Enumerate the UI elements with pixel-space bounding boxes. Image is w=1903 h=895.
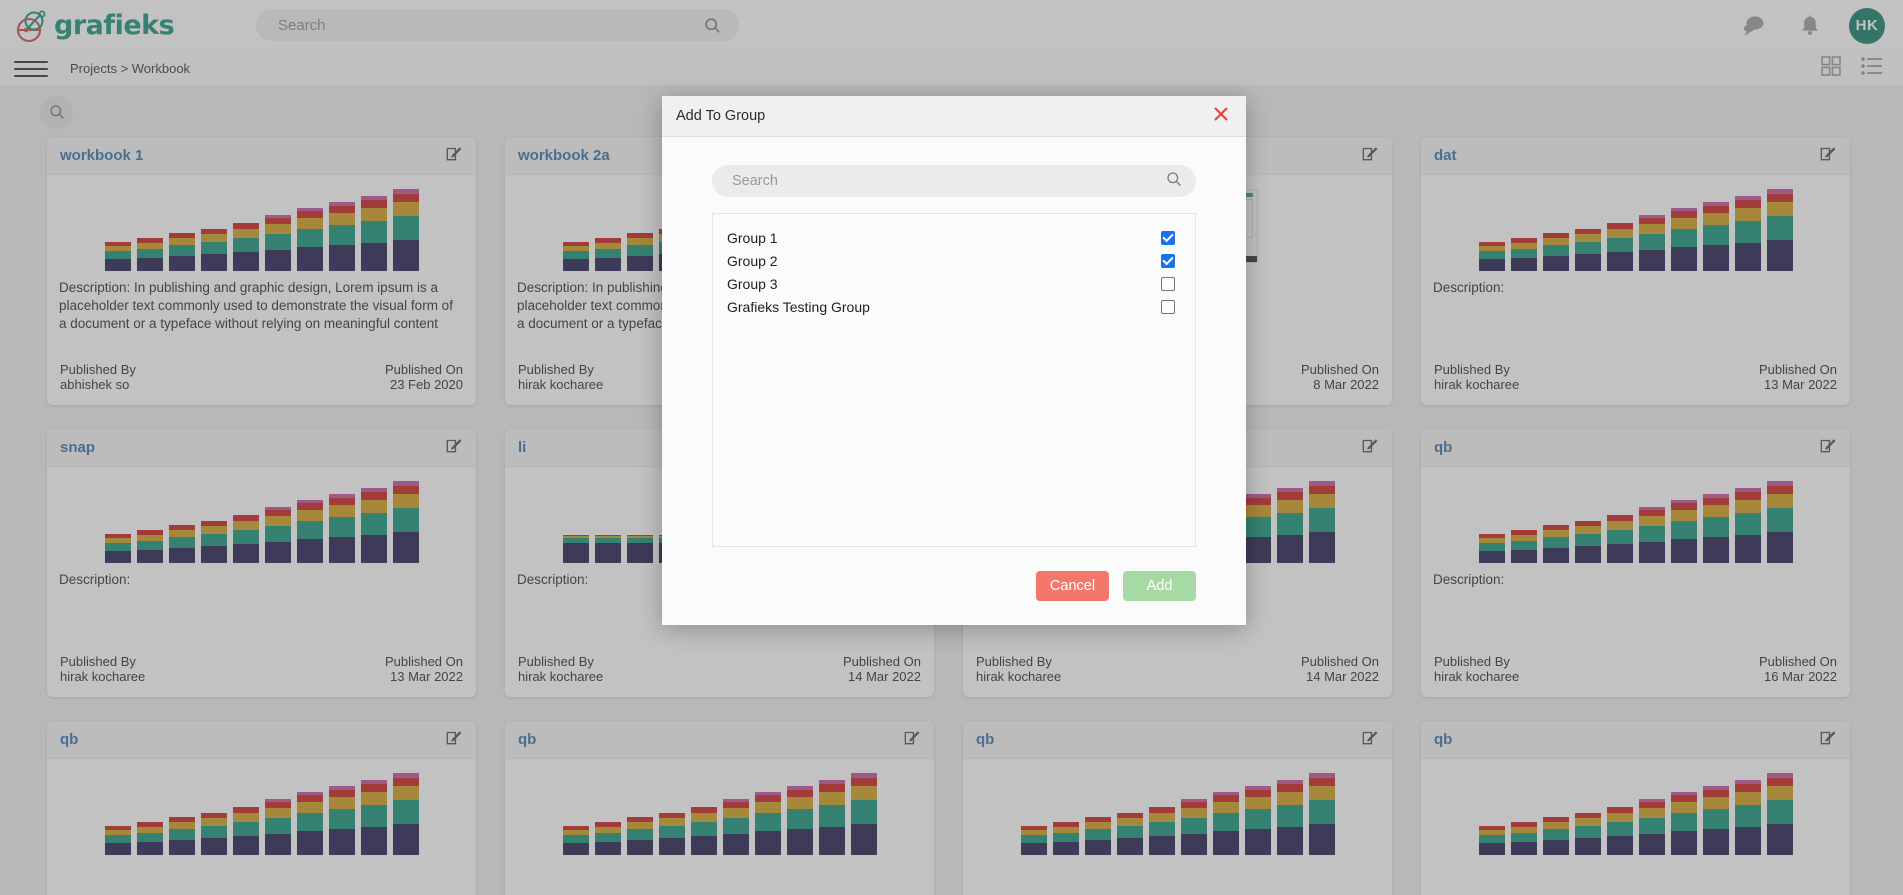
modal-footer: Cancel Add — [662, 547, 1246, 625]
add-button[interactable]: Add — [1123, 571, 1196, 601]
group-list[interactable]: Group 1 Group 2 Group 3 Grafieks Testing Gr… — [712, 213, 1196, 547]
group-search[interactable] — [712, 165, 1196, 197]
close-x-icon[interactable] — [1212, 105, 1230, 127]
group-search-input[interactable] — [712, 173, 1166, 189]
modal-body: Group 1 Group 2 Group 3 Grafieks Testing Gr… — [662, 137, 1246, 547]
group-list-item[interactable]: Grafieks Testing Group — [713, 295, 1195, 318]
group-checkbox[interactable] — [1161, 276, 1175, 291]
group-list-item[interactable]: Group 3 — [713, 272, 1195, 295]
group-name: Group 1 — [727, 229, 778, 246]
cancel-button[interactable]: Cancel — [1036, 571, 1109, 601]
group-checkbox[interactable] — [1161, 299, 1175, 314]
group-name: Group 2 — [727, 252, 778, 269]
group-name: Grafieks Testing Group — [727, 298, 870, 315]
modal-title: Add To Group — [676, 108, 766, 124]
group-checkbox[interactable] — [1161, 253, 1175, 268]
group-checkbox[interactable] — [1161, 230, 1175, 245]
add-to-group-modal: Add To Group Group 1Group 2Group 3Grafie — [662, 96, 1246, 625]
group-list-item[interactable]: Group 1 — [713, 226, 1195, 249]
group-name: Group 3 — [727, 275, 778, 292]
modal-header: Add To Group — [662, 96, 1246, 137]
group-list-item[interactable]: Group 2 — [713, 249, 1195, 272]
search-icon[interactable] — [1166, 171, 1182, 192]
